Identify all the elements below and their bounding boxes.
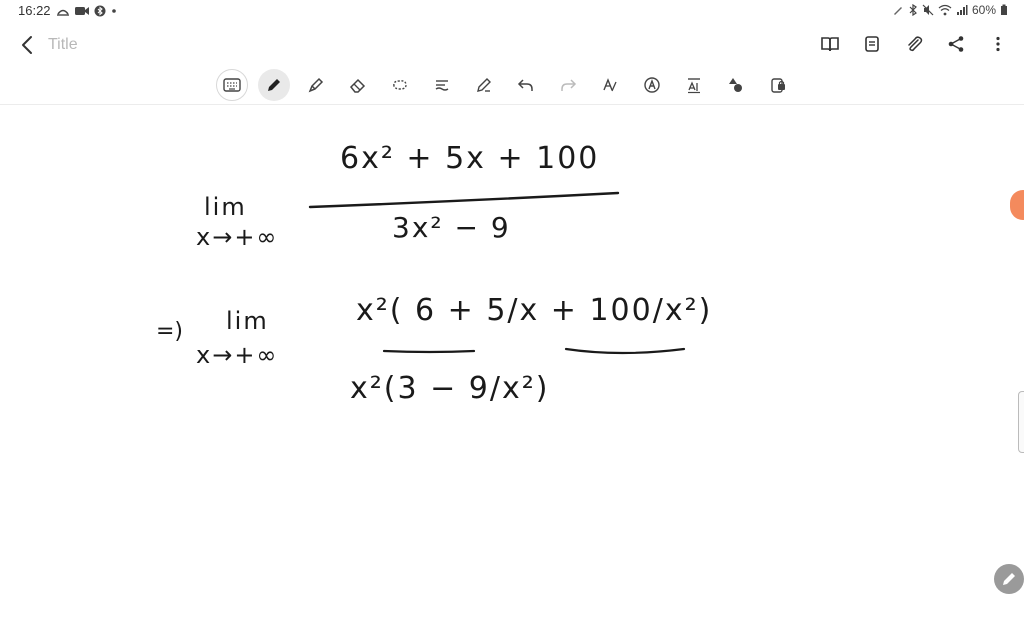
floating-toolbar-handle[interactable]	[1010, 190, 1024, 220]
note-canvas[interactable]: 6x² + 5x + 100 lim x→+∞ 3x² − 9 =) lim x…	[0, 105, 1024, 640]
wifi-icon	[938, 4, 952, 16]
pen-mode-fab[interactable]	[994, 564, 1024, 594]
undo-button[interactable]	[510, 69, 542, 101]
status-bar: 16:22 60%	[0, 0, 1024, 22]
highlighter-icon	[308, 77, 324, 93]
chevron-left-icon	[22, 36, 32, 54]
attach-button[interactable]	[902, 32, 926, 56]
font-size-icon	[688, 78, 700, 94]
lim-2-subscript: x→+∞	[196, 341, 279, 369]
page-view-button[interactable]	[860, 32, 884, 56]
pen-icon	[268, 79, 280, 91]
book-icon	[821, 37, 839, 52]
lim-1: lim	[204, 193, 247, 221]
pen-tool-button[interactable]	[258, 69, 290, 101]
fraction-bar-1	[308, 191, 620, 209]
highlighter-tool-button[interactable]	[300, 69, 332, 101]
lasso-tool-button[interactable]	[384, 69, 416, 101]
note-title-input[interactable]: Title	[48, 36, 78, 54]
lim-1-subscript: x→+∞	[196, 223, 279, 251]
text-icon	[644, 77, 660, 93]
lasso-icon	[393, 80, 407, 90]
more-options-button[interactable]	[986, 32, 1010, 56]
eraser-tool-button[interactable]	[342, 69, 374, 101]
side-panel-handle[interactable]	[1018, 391, 1024, 453]
more-icon	[996, 36, 1000, 52]
video-icon	[75, 7, 89, 15]
mute-icon	[922, 4, 934, 16]
back-button[interactable]	[14, 32, 40, 58]
font-size-button[interactable]	[678, 69, 710, 101]
signal-icon	[956, 5, 968, 15]
share-button[interactable]	[944, 32, 968, 56]
eraser-icon	[349, 78, 366, 93]
text-mode-button[interactable]	[636, 69, 668, 101]
reading-mode-button[interactable]	[818, 32, 842, 56]
battery-percent: 60%	[971, 3, 996, 17]
shapes-icon	[729, 78, 742, 92]
status-time: 16:22	[18, 3, 51, 18]
bluetooth-icon	[94, 5, 106, 17]
tool-list	[216, 69, 794, 101]
redo-button[interactable]	[552, 69, 584, 101]
lim-2: lim	[226, 307, 269, 335]
undo-icon	[517, 79, 533, 91]
bluetooth-icon	[909, 4, 917, 16]
handwriting-to-text-button[interactable]	[594, 69, 626, 101]
title-bar: Title	[0, 22, 1024, 68]
lock-button[interactable]	[762, 69, 794, 101]
drawing-toolbar	[0, 68, 1024, 105]
share-icon	[948, 36, 964, 52]
denominator-2: x²(3 − 9/x²)	[350, 371, 550, 406]
dot-icon	[112, 9, 116, 13]
denominator-1: 3x² − 9	[392, 211, 511, 244]
note-icon	[865, 36, 879, 52]
weather-icon	[57, 9, 69, 16]
attach-icon	[908, 36, 923, 52]
status-left-icons	[56, 2, 118, 20]
keyboard-button[interactable]	[216, 69, 248, 101]
pen-settings-button[interactable]	[468, 69, 500, 101]
title-actions	[818, 32, 1010, 56]
lock-icon	[771, 78, 785, 93]
handwriting-icon	[603, 78, 617, 92]
redo-icon	[561, 79, 577, 91]
status-right: 60%	[892, 3, 1008, 17]
text-convert-button[interactable]	[426, 69, 458, 101]
pen-icon	[893, 7, 902, 15]
keyboard-icon	[223, 78, 241, 92]
pen-settings-icon	[477, 78, 491, 92]
shapes-button[interactable]	[720, 69, 752, 101]
numerator-2: x²( 6 + 5/x + 100/x²)	[356, 293, 713, 328]
battery-icon	[1001, 4, 1007, 15]
implies-sign: =)	[156, 319, 184, 344]
pen-icon	[1003, 573, 1015, 585]
text-convert-icon	[435, 80, 449, 91]
numerator-1: 6x² + 5x + 100	[340, 141, 600, 176]
underline-strokes	[382, 347, 686, 355]
